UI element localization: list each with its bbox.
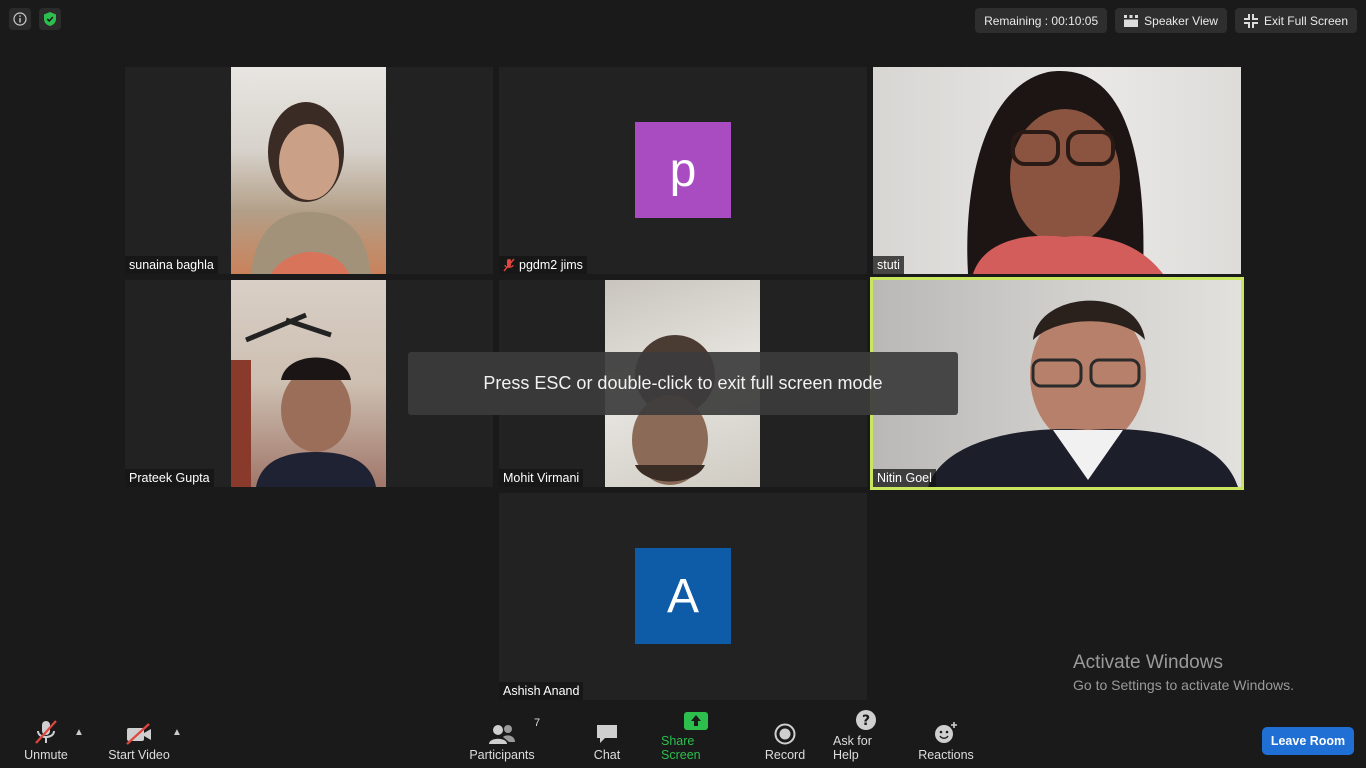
participant-avatar: p <box>635 122 731 218</box>
participant-name: sunaina baghla <box>129 258 214 272</box>
person-silhouette <box>231 312 376 487</box>
participant-name: Mohit Virmani <box>503 471 580 485</box>
participant-name: stuti <box>877 258 900 272</box>
participant-tile[interactable]: stuti <box>873 67 1241 274</box>
video-options-chevron-up-icon[interactable]: ▲ <box>172 727 182 738</box>
encryption-button[interactable] <box>39 8 61 30</box>
top-right-controls: Remaining : 00:10:05 Speaker View Exit F… <box>975 8 1357 33</box>
shield-check-icon <box>44 12 56 26</box>
participant-name-tag: pgdm2 jims <box>499 256 587 274</box>
muted-mic-icon <box>35 720 57 744</box>
help-icon: ? <box>856 710 876 730</box>
info-icon <box>13 12 27 26</box>
avatar-letter: A <box>666 569 699 623</box>
participant-name: Prateek Gupta <box>129 471 210 485</box>
participant-video <box>873 67 1241 274</box>
chat-icon <box>597 725 617 743</box>
participants-count: 7 <box>534 717 541 729</box>
participant-video <box>231 280 386 487</box>
participant-name-tag: Ashish Anand <box>499 682 584 700</box>
muted-mic-icon <box>503 258 515 272</box>
meeting-status-icons <box>9 8 61 30</box>
chat-button[interactable]: Chat <box>594 719 620 762</box>
meeting-toolbar: Unmute ▲ Start Video ▲ 7 Participants Ch… <box>0 710 1366 768</box>
record-button[interactable]: Record <box>764 719 806 762</box>
share-screen-label: Share Screen <box>661 734 701 762</box>
speaker-view-label: Speaker View <box>1144 13 1218 28</box>
audio-options-chevron-up-icon[interactable]: ▲ <box>74 727 84 738</box>
participants-button[interactable]: 7 Participants <box>469 717 540 762</box>
participant-name-tag: stuti <box>873 256 904 274</box>
leave-room-button[interactable]: Leave Room <box>1262 727 1354 755</box>
remaining-time-badge: Remaining : 00:10:05 <box>975 8 1108 33</box>
exit-full-screen-button[interactable]: Exit Full Screen <box>1234 8 1357 33</box>
participant-name-tag: Nitin Goel <box>873 469 936 487</box>
meeting-info-button[interactable] <box>9 8 31 30</box>
start-video-button[interactable]: Start Video <box>108 719 170 762</box>
exit-full-screen-label: Exit Full Screen <box>1263 13 1348 28</box>
video-off-icon <box>126 723 151 745</box>
participant-name-tag: Prateek Gupta <box>125 469 214 487</box>
leave-room-label: Leave Room <box>1270 734 1346 748</box>
activation-watermark: Activate Windows Go to Settings to activ… <box>1073 652 1294 693</box>
unmute-button[interactable]: Unmute <box>22 719 70 762</box>
full-screen-toast: Press ESC or double-click to exit full s… <box>408 352 958 415</box>
participants-icon <box>489 725 515 744</box>
start-video-label: Start Video <box>108 748 170 762</box>
unmute-label: Unmute <box>24 748 68 762</box>
participant-name-tag: Mohit Virmani <box>499 469 584 487</box>
person-silhouette <box>251 102 371 274</box>
avatar-letter: p <box>669 143 697 197</box>
toast-message: Press ESC or double-click to exit full s… <box>483 373 883 393</box>
speaker-view-icon <box>1124 14 1139 27</box>
person-silhouette <box>967 71 1163 274</box>
chat-label: Chat <box>593 748 621 762</box>
participant-avatar: A <box>635 548 731 644</box>
ask-for-help-button[interactable]: ? Ask for Help <box>833 705 899 762</box>
record-label: Record <box>764 748 806 762</box>
participant-name: pgdm2 jims <box>519 258 583 272</box>
svg-text:?: ? <box>862 713 870 729</box>
watermark-subtitle: Go to Settings to activate Windows. <box>1073 677 1294 693</box>
reactions-button[interactable]: Reactions <box>918 719 974 762</box>
participant-name: Nitin Goel <box>877 471 932 485</box>
participant-video <box>231 67 386 274</box>
reactions-icon <box>935 722 957 743</box>
share-screen-button[interactable]: Share Screen <box>661 705 731 762</box>
participant-tile[interactable]: p pgdm2 jims <box>499 67 867 274</box>
share-screen-icon <box>684 712 708 730</box>
exit-full-screen-icon <box>1243 13 1258 28</box>
participant-name-tag: sunaina baghla <box>125 256 218 274</box>
reactions-label: Reactions <box>918 748 974 762</box>
watermark-title: Activate Windows <box>1073 652 1223 673</box>
record-icon <box>774 723 796 745</box>
participant-tile[interactable]: sunaina baghla <box>125 67 493 274</box>
participant-name: Ashish Anand <box>503 684 580 698</box>
ask-for-help-label: Ask for Help <box>833 734 872 762</box>
participants-label: Participants <box>469 748 535 762</box>
speaker-view-button[interactable]: Speaker View <box>1115 8 1227 33</box>
participant-tile[interactable]: A Ashish Anand <box>499 493 867 700</box>
remaining-time-label: Remaining : 00:10:05 <box>984 13 1099 28</box>
